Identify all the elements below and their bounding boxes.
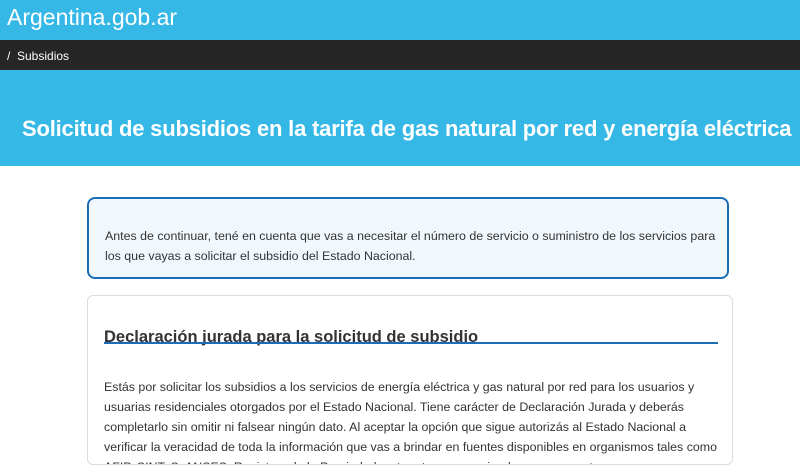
breadcrumb-separator: / [7,49,11,63]
breadcrumb-item-subsidios[interactable]: Subsidios [17,49,69,63]
notice-text: Antes de continuar, tené en cuenta que v… [105,229,716,264]
declaration-text: Estás por solicitar los subsidios a los … [104,380,717,464]
notice-box: Antes de continuar, tené en cuenta que v… [87,197,729,279]
top-header-bar: Argentina.gob.ar [0,0,800,40]
page-title: Solicitud de subsidios en la tarifa de g… [22,115,792,141]
hero-banner: Solicitud de subsidios en la tarifa de g… [0,70,800,166]
declaration-card: Declaración jurada para la solicitud de … [87,295,733,465]
site-logo-link[interactable]: Argentina.gob.ar [7,4,177,31]
title-divider [104,342,718,344]
breadcrumb: / Subsidios [0,40,800,70]
